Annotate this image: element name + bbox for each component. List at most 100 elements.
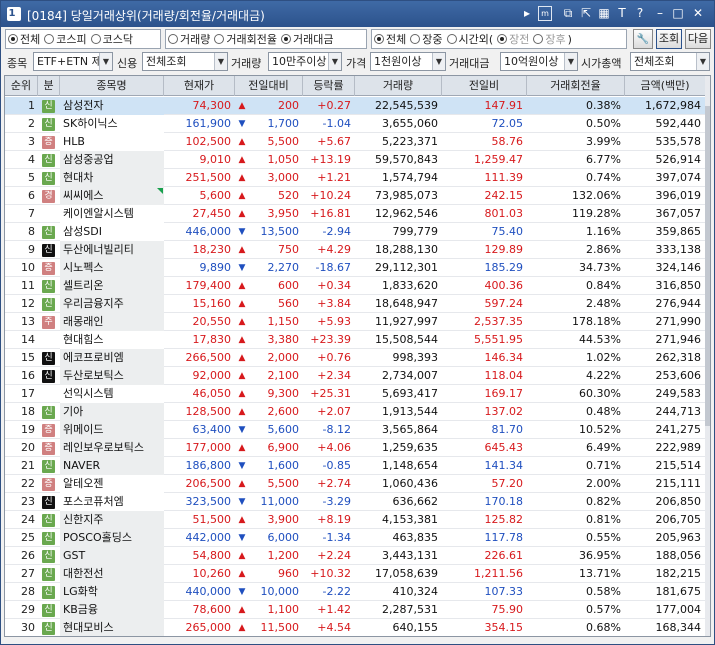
- col-change[interactable]: 전일대비: [235, 76, 303, 96]
- table-row[interactable]: 8 신 삼성SDI 446,000 ▼ 13,500 -2.94 799,779 75.40 1.…: [5, 223, 705, 241]
- share-icon[interactable]: ⇱: [579, 6, 593, 21]
- col-price[interactable]: 현재가: [164, 76, 235, 96]
- query-button[interactable]: 조회: [656, 29, 682, 49]
- table-row[interactable]: 29 신 KB금융 78,600 ▲ 1,100 +1.42 2,287,531 75.90 0.…: [5, 601, 705, 619]
- cell-name[interactable]: 위메이드: [60, 421, 164, 439]
- layout-icon[interactable]: ▦: [597, 6, 611, 21]
- maximize-icon[interactable]: □: [671, 6, 685, 21]
- cell-name[interactable]: 현대차: [60, 169, 164, 187]
- table-row[interactable]: 24 신 신한지주 51,500 ▲ 3,900 +8.19 4,153,381 125.82 0…: [5, 511, 705, 529]
- table-row[interactable]: 19 증 위메이드 63,400 ▼ 5,600 -8.12 3,565,864 81.70 10…: [5, 421, 705, 439]
- table-row[interactable]: 10 증 시노펙스 9,890 ▼ 2,270 -18.67 29,112,301 185.29…: [5, 259, 705, 277]
- table-row[interactable]: 15 신 에코프로비엠 266,500 ▲ 2,000 +0.76 998,393 146.34…: [5, 349, 705, 367]
- col-name[interactable]: 종목명: [60, 76, 164, 96]
- col-turnover[interactable]: 거래회전율: [527, 76, 625, 96]
- play-right-icon[interactable]: ▸: [520, 6, 534, 21]
- table-row[interactable]: 16 신 두산로보틱스 92,000 ▲ 2,100 +2.34 2,734,007 118.0…: [5, 367, 705, 385]
- price-select[interactable]: 1천원이상 ▼: [370, 52, 446, 71]
- help-icon[interactable]: ?: [633, 6, 647, 21]
- next-button[interactable]: 다음: [685, 29, 711, 49]
- col-volume[interactable]: 거래량: [355, 76, 442, 96]
- radio-sort-volume[interactable]: 거래량: [168, 31, 210, 47]
- table-row[interactable]: 25 신 POSCO홀딩스 442,000 ▼ 6,000 -1.34 463,835 117.…: [5, 529, 705, 547]
- cell-name[interactable]: 삼성중공업: [60, 151, 164, 169]
- table-row[interactable]: 9 신 두산에너빌리티 18,230 ▲ 750 +4.29 18,288,130 129.89…: [5, 241, 705, 259]
- minimize-icon[interactable]: –: [653, 6, 667, 21]
- table-row[interactable]: 26 신 GST 54,800 ▲ 1,200 +2.24 3,443,131 226.61 36…: [5, 547, 705, 565]
- cell-name[interactable]: 삼성SDI: [60, 223, 164, 241]
- table-row[interactable]: 5 신 현대차 251,500 ▲ 3,000 +1.21 1,574,794 111.39 0.…: [5, 169, 705, 187]
- copy-icon[interactable]: ⧉: [561, 6, 575, 21]
- table-row[interactable]: 14 현대힘스 17,830 ▲ 3,380 +23.39 15,508,544 5,551.…: [5, 331, 705, 349]
- cell-name[interactable]: 케이엔알시스템: [60, 205, 164, 223]
- title-bar[interactable]: 1 [0184] 당일거래상위(거래량/회전율/거래대금) ▸ m ⧉ ⇱ ▦ …: [1, 1, 714, 27]
- radio-session-all[interactable]: 전체: [374, 31, 406, 47]
- table-row[interactable]: 30 신 현대모비스 265,000 ▲ 11,500 +4.54 640,155 354.15…: [5, 619, 705, 636]
- radio-session-afterhours[interactable]: 시간외(: [446, 31, 493, 47]
- cell-name[interactable]: 두산로보틱스: [60, 367, 164, 385]
- table-row[interactable]: 2 신 SK하이닉스 161,900 ▼ 1,700 -1.04 3,655,060 72.05…: [5, 115, 705, 133]
- radio-pre-market[interactable]: 장전: [497, 31, 529, 47]
- cell-name[interactable]: 래몽래인: [60, 313, 164, 331]
- table-row[interactable]: 12 신 우리금융지주 15,160 ▲ 560 +3.84 18,648,947 597.24…: [5, 295, 705, 313]
- cell-name[interactable]: 셀트리온: [60, 277, 164, 295]
- vertical-scrollbar[interactable]: [705, 76, 710, 636]
- table-row[interactable]: 28 신 LG화학 440,000 ▼ 10,000 -2.22 410,324 107.33 0…: [5, 583, 705, 601]
- radio-market-kospi[interactable]: 코스피: [44, 31, 87, 47]
- cell-name[interactable]: KB금융: [60, 601, 164, 619]
- cell-name[interactable]: 현대모비스: [60, 619, 164, 636]
- cell-name[interactable]: SK하이닉스: [60, 115, 164, 133]
- cell-name[interactable]: NAVER: [60, 457, 164, 475]
- cell-name[interactable]: 시노펙스: [60, 259, 164, 277]
- cell-name[interactable]: 알테오젠: [60, 475, 164, 493]
- radio-post-market[interactable]: 장후: [533, 31, 566, 47]
- table-row[interactable]: 6 경 씨씨에스 5,600 ▲ 520 +10.24 73,985,073 242.15 132…: [5, 187, 705, 205]
- scroll-thumb[interactable]: [705, 106, 710, 426]
- amount-select[interactable]: 10억원이상 ▼: [500, 52, 578, 71]
- table-row[interactable]: 11 신 셀트리온 179,400 ▲ 600 +0.34 1,833,620 400.36 0.…: [5, 277, 705, 295]
- cell-name[interactable]: HLB: [60, 133, 164, 151]
- cell-name[interactable]: 현대힘스: [60, 331, 164, 349]
- cell-name[interactable]: 두산에너빌리티: [60, 241, 164, 259]
- cell-name[interactable]: 에코프로비엠: [60, 349, 164, 367]
- mcap-select[interactable]: 전체조회 ▼: [630, 52, 710, 71]
- radio-market-all[interactable]: 전체: [8, 31, 40, 47]
- table-row[interactable]: 27 신 대한전선 10,260 ▲ 960 +10.32 17,058,639 1,211.5…: [5, 565, 705, 583]
- cell-name[interactable]: 레인보우로보틱스: [60, 439, 164, 457]
- cell-name[interactable]: 우리금융지주: [60, 295, 164, 313]
- table-row[interactable]: 22 증 알테오젠 206,500 ▲ 5,500 +2.74 1,060,436 57.20 2…: [5, 475, 705, 493]
- item-select[interactable]: ETF+ETN 제 ▼: [33, 52, 113, 71]
- col-prev-ratio[interactable]: 전일비: [442, 76, 527, 96]
- table-row[interactable]: 17 선익시스템 46,050 ▲ 9,300 +25.31 5,693,417 169.17…: [5, 385, 705, 403]
- cell-name[interactable]: LG화학: [60, 583, 164, 601]
- col-rate[interactable]: 등락률: [303, 76, 355, 96]
- col-rank[interactable]: 순위: [5, 76, 38, 96]
- col-type[interactable]: 분: [38, 76, 60, 96]
- table-row[interactable]: 13 주 래몽래인 20,550 ▲ 1,150 +5.93 11,927,997 2,537.…: [5, 313, 705, 331]
- col-amount[interactable]: 금액(백만): [625, 76, 705, 96]
- cell-name[interactable]: 삼성전자: [60, 97, 164, 115]
- cell-name[interactable]: 선익시스템: [60, 385, 164, 403]
- table-row[interactable]: 23 신 포스코퓨처엠 323,500 ▼ 11,000 -3.29 636,662 170.1…: [5, 493, 705, 511]
- cell-name[interactable]: 신한지주: [60, 511, 164, 529]
- table-row[interactable]: 21 신 NAVER 186,800 ▼ 1,600 -0.85 1,148,654 141.3…: [5, 457, 705, 475]
- m-box-icon[interactable]: m: [538, 6, 552, 21]
- table-row[interactable]: 20 증 레인보우로보틱스 177,000 ▲ 6,900 +4.06 1,259,635 64…: [5, 439, 705, 457]
- table-row[interactable]: 7 케이엔알시스템 27,450 ▲ 3,950 +16.81 12,962,546 801.…: [5, 205, 705, 223]
- radio-sort-amount[interactable]: 거래대금: [280, 31, 333, 47]
- close-icon[interactable]: ✕: [691, 6, 705, 21]
- table-row[interactable]: 3 증 HLB 102,500 ▲ 5,500 +5.67 5,223,371 58.76 3.9…: [5, 133, 705, 151]
- cell-name[interactable]: 포스코퓨처엠: [60, 493, 164, 511]
- table-row[interactable]: 18 신 기아 128,500 ▲ 2,600 +2.07 1,913,544 137.02 0.…: [5, 403, 705, 421]
- text-size-icon[interactable]: T: [615, 6, 629, 21]
- radio-sort-turnover[interactable]: 거래회전율: [214, 31, 277, 47]
- cell-name[interactable]: 대한전선: [60, 565, 164, 583]
- radio-market-kosdaq[interactable]: 코스닥: [90, 31, 133, 47]
- table-row[interactable]: 4 신 삼성중공업 9,010 ▲ 1,050 +13.19 59,570,843 1,259.…: [5, 151, 705, 169]
- cell-name[interactable]: GST: [60, 547, 164, 565]
- credit-select[interactable]: 전체조회 ▼: [142, 52, 228, 71]
- radio-session-intraday[interactable]: 장중: [410, 31, 443, 47]
- settings-button[interactable]: 🔧: [633, 29, 653, 49]
- cell-name[interactable]: POSCO홀딩스: [60, 529, 164, 547]
- table-row[interactable]: 1 신 삼성전자 74,300 ▲ 200 +0.27 22,545,539 147.91 0.3…: [5, 97, 705, 115]
